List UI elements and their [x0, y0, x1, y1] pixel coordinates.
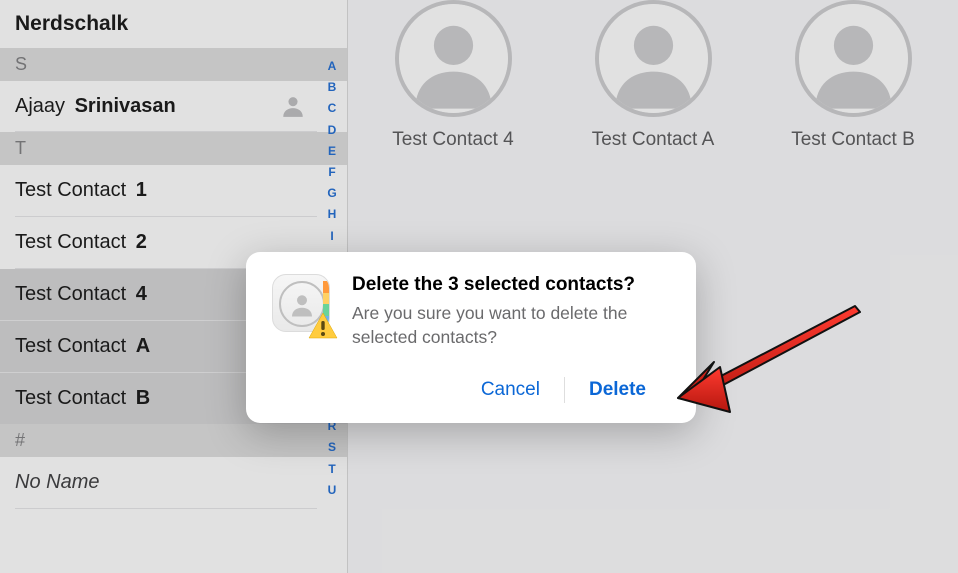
delete-confirm-dialog: Delete the 3 selected contacts? Are you …: [246, 252, 696, 423]
delete-button[interactable]: Delete: [565, 373, 670, 407]
contacts-app-icon: [272, 274, 332, 334]
dialog-body: Are you sure you want to delete the sele…: [352, 302, 670, 349]
cancel-button[interactable]: Cancel: [457, 373, 564, 407]
dialog-title: Delete the 3 selected contacts?: [352, 274, 670, 296]
warning-icon: [308, 312, 338, 340]
